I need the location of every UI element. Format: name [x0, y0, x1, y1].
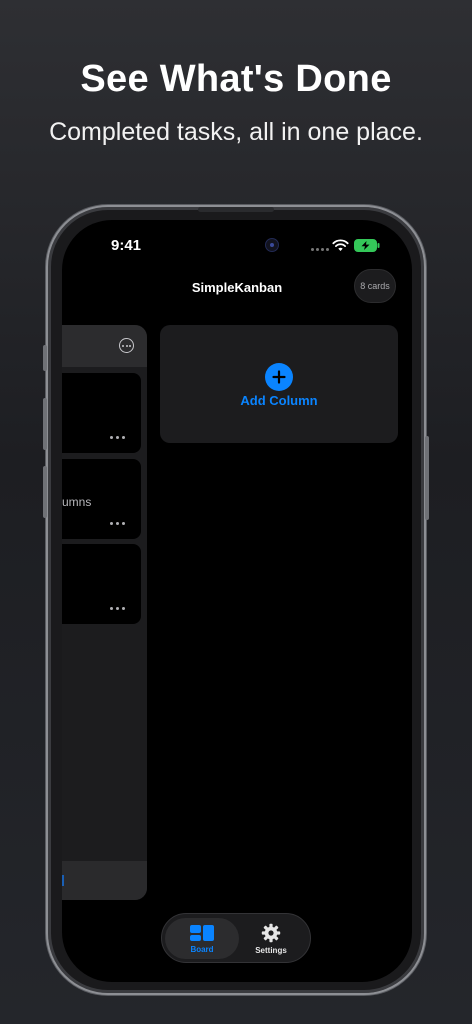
silent-switch	[43, 345, 47, 371]
wifi-icon	[332, 239, 349, 251]
power-button	[425, 436, 429, 520]
card-title: umns	[62, 495, 92, 509]
card-more-button[interactable]	[110, 607, 125, 610]
volume-down-button	[43, 466, 47, 518]
battery-charging-icon	[354, 239, 380, 252]
volume-up-button	[43, 398, 47, 450]
tab-board-label: Board	[190, 944, 214, 954]
tab-bar: Board Settings	[161, 913, 311, 963]
plus-icon	[265, 363, 293, 391]
card-count-badge: 8 cards	[354, 269, 396, 303]
board-icon	[190, 924, 214, 941]
card-more-button[interactable]	[110, 436, 125, 439]
tab-board[interactable]: Board	[165, 918, 239, 959]
gear-icon	[261, 923, 281, 942]
column-footer[interactable]	[62, 861, 147, 900]
task-card[interactable]	[62, 373, 141, 453]
tab-settings-label: Settings	[255, 945, 287, 955]
add-card-accent	[62, 875, 64, 886]
app-screen: 9:41 SimpleKanban 8 cards umns Add Colum…	[62, 220, 412, 982]
cellular-signal-icon	[311, 248, 329, 251]
card-more-button[interactable]	[110, 522, 125, 525]
task-card[interactable]: umns	[62, 459, 141, 539]
column-menu-button[interactable]	[119, 338, 134, 353]
column-header	[62, 325, 147, 367]
speaker-grille	[198, 207, 274, 212]
kanban-column: umns	[62, 325, 147, 900]
status-time: 9:41	[111, 237, 142, 254]
task-card[interactable]	[62, 544, 141, 624]
add-column-label: Add Column	[240, 393, 318, 408]
add-column-button[interactable]: Add Column	[160, 325, 398, 443]
tab-settings[interactable]: Settings	[234, 918, 308, 959]
promo-subheadline: Completed tasks, all in one place.	[49, 118, 423, 146]
front-camera-icon	[265, 238, 279, 252]
promo-headline: See What's Done	[80, 58, 392, 100]
